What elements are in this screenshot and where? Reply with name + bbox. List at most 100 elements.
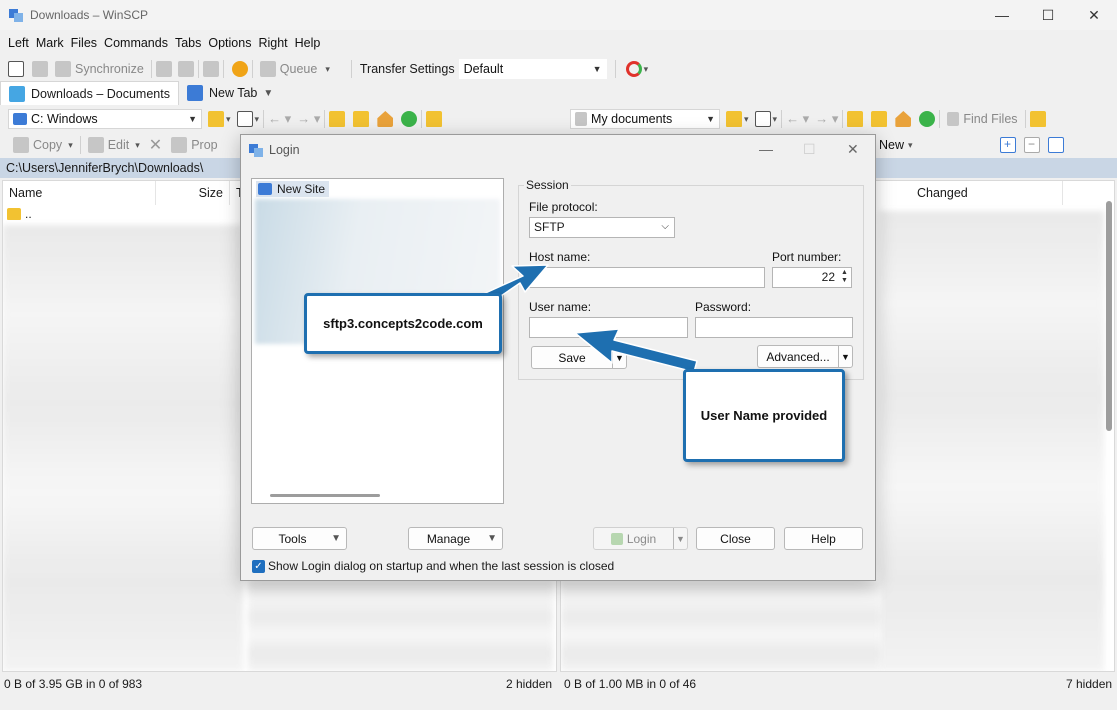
chevron-down-icon: ▾ [908, 139, 913, 150]
session-icon[interactable] [202, 61, 219, 77]
left-panel-toolbar: C: Windows ▼ ▾ ▾ ← ▾ → ▾ [0, 106, 443, 132]
chevron-down-icon[interactable]: ▾ [226, 114, 231, 125]
home-icon[interactable] [895, 111, 912, 127]
drive-icon [13, 113, 27, 125]
refresh-icon[interactable] [401, 111, 418, 127]
menu-tabs[interactable]: Tabs [175, 36, 201, 50]
scrollbar-thumb[interactable] [1106, 201, 1112, 431]
open-folder-icon[interactable] [726, 111, 742, 127]
close-button[interactable]: Close [696, 527, 775, 550]
close-window-button[interactable]: ✕ [1071, 0, 1117, 30]
advanced-button[interactable]: Advanced... ▼ [757, 345, 853, 368]
tab-new-tab[interactable]: New Tab ▼ [179, 81, 281, 105]
refresh-icon[interactable] [919, 111, 936, 127]
horizontal-scrollbar[interactable] [270, 494, 380, 497]
new-button[interactable]: New ▾ [876, 134, 916, 156]
minimize-button[interactable]: — [979, 0, 1025, 30]
select-plus-icon[interactable]: + [999, 137, 1016, 153]
find-tree-icon[interactable] [426, 111, 443, 127]
menu-right[interactable]: Right [258, 36, 287, 50]
preferences-gear-icon[interactable] [231, 61, 248, 77]
compare-directories-icon[interactable] [8, 61, 24, 77]
help-button[interactable]: Help [784, 527, 863, 550]
back-arrow-icon[interactable]: ← ▾ [268, 111, 291, 127]
site-item-new-site[interactable]: New Site [256, 181, 330, 197]
select-filter-icon[interactable] [1047, 137, 1064, 153]
right-action-toolbar: New ▾ + − [876, 132, 1064, 158]
edit-button[interactable]: Edit ▾ [85, 134, 143, 156]
menu-bar: Left Mark Files Commands Tabs Options Ri… [0, 32, 327, 54]
menu-commands[interactable]: Commands [104, 36, 168, 50]
chevron-down-icon[interactable]: ▾ [773, 114, 778, 125]
sync-browsing-icon[interactable] [32, 61, 48, 77]
parent-directory-icon[interactable] [847, 111, 864, 127]
back-arrow-icon[interactable]: ← ▾ [786, 111, 809, 127]
queue-button[interactable]: Queue ▾ [257, 58, 333, 80]
column-size[interactable]: Size [156, 181, 230, 205]
manage-button[interactable]: Manage ▼ [408, 527, 503, 550]
blurred-file-list [561, 581, 881, 671]
host-name-input[interactable] [529, 267, 765, 288]
copy-button[interactable]: Copy ▾ [10, 134, 76, 156]
chevron-down-icon[interactable]: ▾ [744, 114, 749, 125]
user-name-input[interactable] [529, 317, 688, 338]
column-name[interactable]: Name [3, 181, 156, 205]
menu-mark[interactable]: Mark [36, 36, 64, 50]
login-title-bar: Login — ☐ ✕ [241, 135, 875, 165]
minimize-button[interactable]: — [759, 141, 773, 157]
toolbar-separator [263, 110, 265, 128]
filter-icon[interactable] [236, 111, 253, 127]
list-item[interactable]: .. [7, 207, 32, 221]
blurred-file-list [879, 211, 1104, 671]
menu-left[interactable]: Left [8, 36, 29, 50]
host-callout: sftp3.concepts2code.com [304, 293, 502, 354]
right-location-select[interactable]: My documents ▼ [570, 109, 720, 129]
local-folder-icon [9, 85, 25, 102]
root-directory-icon[interactable] [871, 111, 888, 127]
title-bar: Downloads – WinSCP — ☐ ✕ [0, 0, 1117, 30]
parent-directory-icon[interactable] [329, 111, 346, 127]
chevron-down-icon[interactable]: ▾ [644, 64, 649, 75]
home-icon[interactable] [377, 111, 394, 127]
tab-downloads-documents[interactable]: Downloads – Documents [0, 81, 179, 105]
chevron-down-icon: ▼ [592, 64, 602, 74]
forward-arrow-icon[interactable]: → ▾ [815, 111, 838, 127]
port-number-stepper[interactable]: 22 ▲ ▼ [772, 267, 852, 288]
chevron-down-icon[interactable]: ▼ [673, 528, 687, 549]
left-drive-select[interactable]: C: Windows ▼ [8, 109, 202, 129]
monitor-icon [186, 85, 203, 101]
reconnect-icon[interactable] [625, 61, 642, 77]
column-changed[interactable]: Changed [911, 181, 1063, 205]
console-icon[interactable] [155, 61, 172, 77]
properties-button[interactable]: Prop [168, 134, 220, 156]
login-button[interactable]: Login ▼ [593, 527, 688, 550]
menu-files[interactable]: Files [71, 36, 97, 50]
chevron-down-icon[interactable]: ▼ [612, 347, 626, 368]
forward-arrow-icon[interactable]: → ▾ [297, 111, 320, 127]
find-tree-icon[interactable] [1029, 111, 1046, 127]
transfer-settings-select[interactable]: Default ▼ [458, 59, 607, 79]
spin-arrows-icon[interactable]: ▲ ▼ [839, 269, 850, 286]
maximize-button[interactable]: ☐ [1025, 0, 1071, 30]
chevron-down-icon[interactable]: ▼ [838, 346, 852, 367]
file-protocol-select[interactable]: SFTP ⌵ [529, 217, 675, 238]
synchronize-button[interactable]: Synchronize [52, 58, 147, 80]
putty-icon[interactable] [177, 61, 194, 77]
find-files-button[interactable]: Find Files [944, 108, 1020, 130]
chevron-down-icon[interactable]: ▾ [255, 114, 260, 125]
menu-help[interactable]: Help [295, 36, 321, 50]
save-button[interactable]: Save ▼ [531, 346, 627, 369]
maximize-button[interactable]: ☐ [803, 141, 816, 158]
chevron-down-icon: ▼ [706, 114, 715, 124]
right-status: 0 B of 1.00 MB in 0 of 46 [564, 677, 697, 691]
filter-icon[interactable] [754, 111, 771, 127]
open-folder-icon[interactable] [208, 111, 224, 127]
close-dialog-button[interactable]: ✕ [847, 141, 859, 158]
menu-options[interactable]: Options [208, 36, 251, 50]
root-directory-icon[interactable] [353, 111, 370, 127]
tools-button[interactable]: Tools ▼ [252, 527, 347, 550]
password-input[interactable] [695, 317, 853, 338]
unselect-minus-icon[interactable]: − [1023, 137, 1040, 153]
delete-icon[interactable]: ✕ [149, 135, 162, 155]
show-login-checkbox[interactable]: ✓ Show Login dialog on startup and when … [252, 559, 614, 573]
